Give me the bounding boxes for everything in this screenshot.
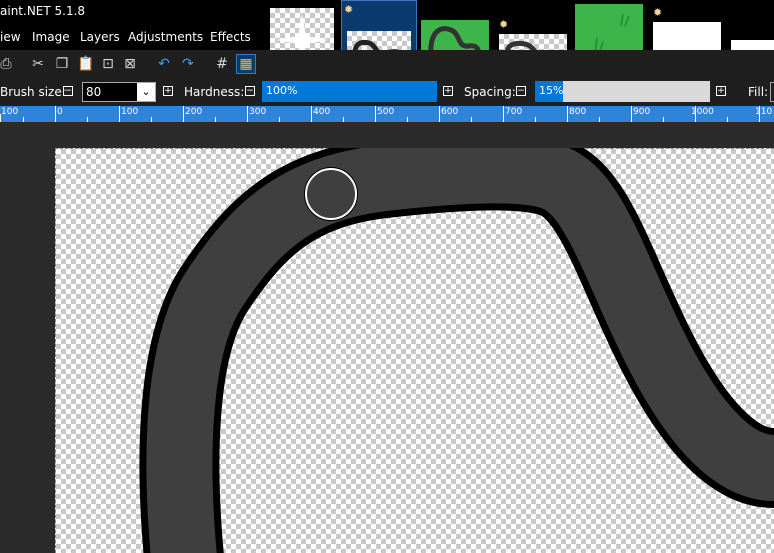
ruler-label: 600 <box>441 107 459 117</box>
track-drawing <box>139 148 774 553</box>
image-canvas[interactable] <box>55 148 774 553</box>
undo-icon[interactable]: ↶ <box>154 54 174 74</box>
ruler-label: 100 <box>121 107 139 117</box>
chevron-down-icon[interactable]: ⌄ <box>137 83 155 101</box>
ruler-label: 0 <box>57 107 63 117</box>
ruler-label: 800 <box>569 107 587 117</box>
unsaved-icon: ✹ <box>653 6 663 19</box>
unsaved-icon: ✹ <box>499 18 509 31</box>
ruler-label: 100 <box>1 107 19 117</box>
ruler-label: 110 <box>755 107 773 117</box>
spacing-label: Spacing: <box>464 85 516 99</box>
hardness-increase-button[interactable]: + <box>443 86 453 96</box>
brush-cursor <box>305 168 357 220</box>
redo-icon[interactable]: ↷ <box>178 54 198 74</box>
hardness-decrease-button[interactable]: − <box>245 86 255 96</box>
ruler-label: 1000 <box>691 107 714 117</box>
unsaved-icon: ✹ <box>344 3 354 16</box>
menu-bar: iew Image Layers Adjustments Effects <box>0 24 270 50</box>
ruler-label: 900 <box>633 107 651 117</box>
brush-size-input[interactable]: 80 ⌄ <box>82 82 156 102</box>
crop-icon[interactable]: ⊡ <box>98 54 118 74</box>
brush-size-decrease-button[interactable]: − <box>63 86 73 96</box>
copy-icon[interactable]: ❐ <box>52 54 72 74</box>
app-title: aint.NET 5.1.8 <box>0 4 86 18</box>
ruler-label: 300 <box>249 107 267 117</box>
hardness-label: Hardness: <box>184 85 245 99</box>
spacing-increase-button[interactable]: + <box>716 86 726 96</box>
deselect-icon[interactable]: ⊠ <box>120 54 140 74</box>
cut-icon[interactable]: ✂ <box>28 54 48 74</box>
fill-label: Fill: <box>748 85 769 99</box>
horizontal-ruler: 100 0 100 200 300 400 500 600 700 800 90… <box>0 106 774 122</box>
print-icon[interactable]: ⎙ <box>0 54 16 74</box>
brush-size-value: 80 <box>86 85 102 99</box>
ruler-label: 700 <box>505 107 523 117</box>
grid-icon[interactable]: # <box>212 54 232 74</box>
ruler-label: 400 <box>313 107 331 117</box>
ruler-label: 500 <box>377 107 395 117</box>
paste-icon[interactable]: 📋 <box>76 54 96 74</box>
spacing-slider[interactable]: 15% <box>535 81 710 102</box>
menu-adjustments[interactable]: Adjustments <box>128 30 203 44</box>
hardness-slider[interactable]: 100% <box>262 81 437 102</box>
brush-size-label: Brush size: <box>0 85 66 99</box>
ruler-icon[interactable]: ▦ <box>236 54 256 74</box>
spacing-value: 15% <box>539 84 564 97</box>
spacing-decrease-button[interactable]: − <box>516 86 526 96</box>
tool-options-bar: Brush size: − 80 ⌄ + Hardness: − 100% + … <box>0 78 774 106</box>
fill-dropdown[interactable] <box>770 82 774 102</box>
menu-image[interactable]: Image <box>32 30 70 44</box>
ruler-label: 200 <box>185 107 203 117</box>
main-toolbar: ⎙ ✂ ❐ 📋 ⊡ ⊠ ↶ ↷ # ▦ <box>0 50 774 78</box>
menu-layers[interactable]: Layers <box>80 30 120 44</box>
menu-effects[interactable]: Effects <box>210 30 251 44</box>
brush-size-increase-button[interactable]: + <box>163 86 173 96</box>
hardness-value: 100% <box>266 84 298 97</box>
menu-view[interactable]: iew <box>0 30 21 44</box>
